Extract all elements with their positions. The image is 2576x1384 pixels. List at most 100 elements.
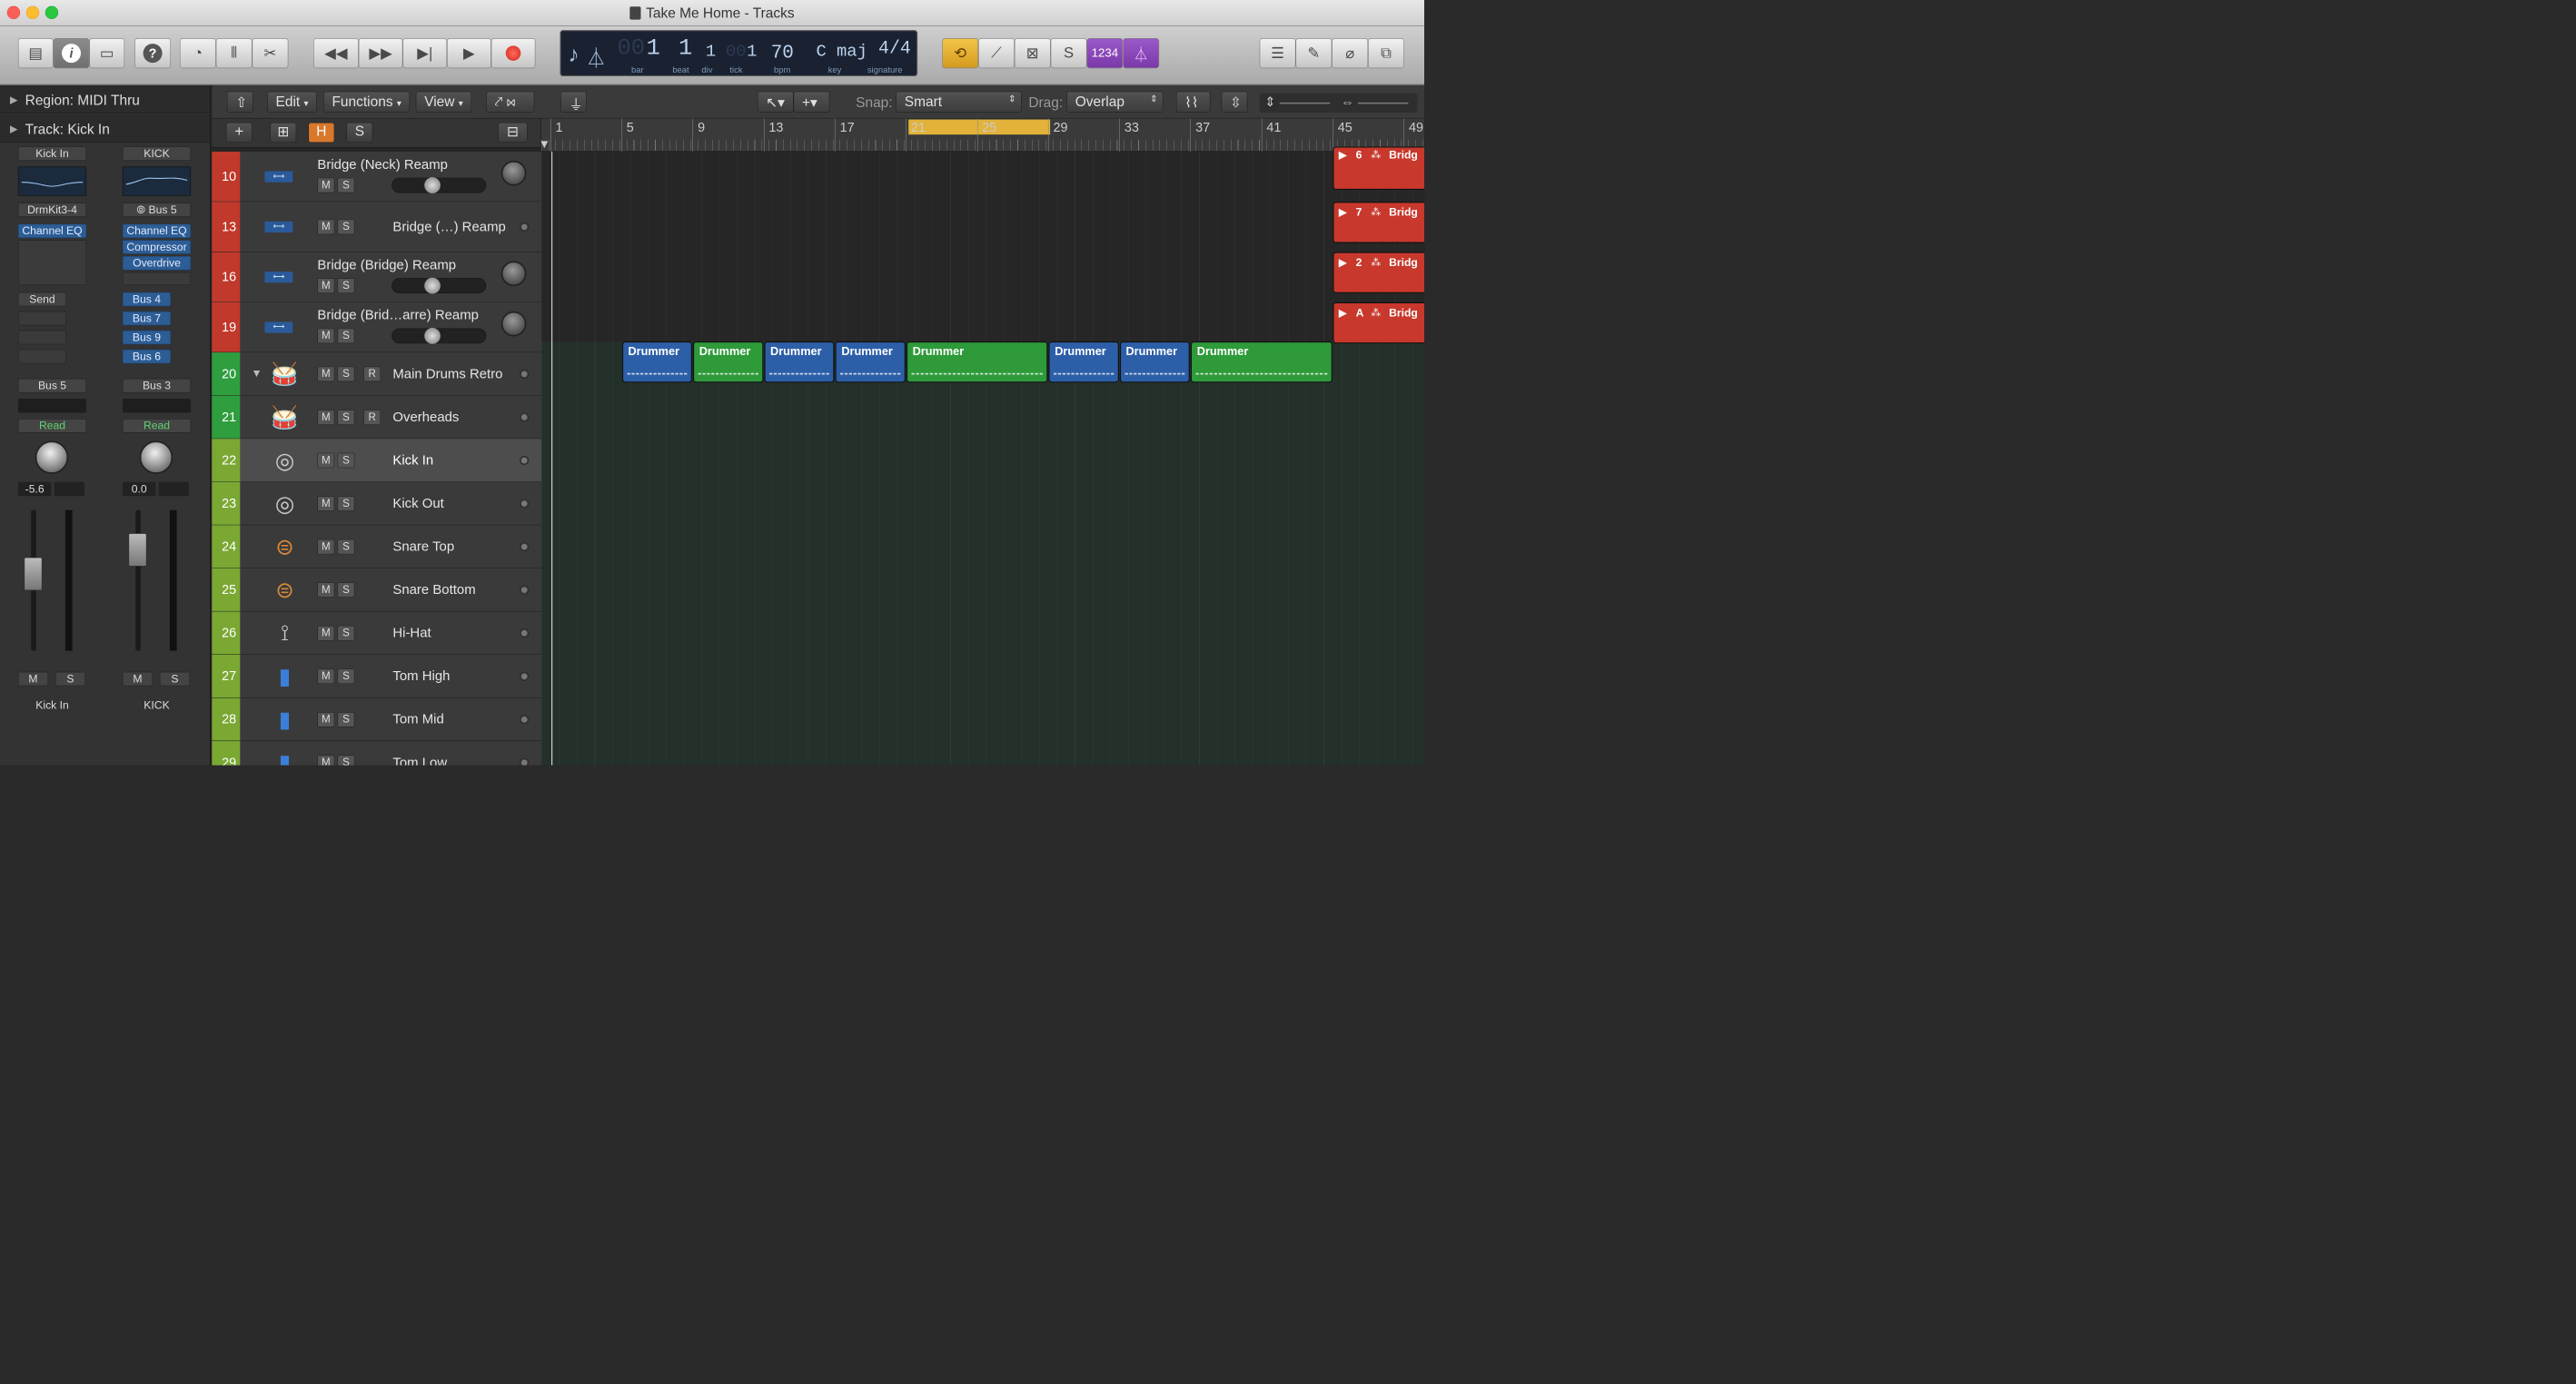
functions-menu[interactable]: Functions ▾ (323, 91, 411, 113)
track-row[interactable]: 29 ▮ M S Tom Low (212, 741, 542, 766)
insert-slot[interactable]: Channel EQ (122, 223, 192, 239)
record-button[interactable] (490, 38, 536, 69)
playhead[interactable] (551, 151, 553, 766)
automation-mode[interactable]: Read (122, 419, 192, 433)
mixer-button[interactable]: ⫴ (215, 38, 253, 69)
editors-button[interactable]: ✂ (252, 38, 289, 69)
solo-button[interactable]: S (337, 582, 355, 598)
drag-select[interactable]: Overlap ⇕ (1066, 91, 1164, 113)
bridge-region[interactable]: ▶ 7 ⁂ Bridg (1333, 202, 1425, 243)
solo-button[interactable]: S (337, 539, 355, 555)
solo-button[interactable]: S (337, 496, 355, 511)
track-row[interactable]: 21 🥁 M S R Overheads (212, 395, 542, 440)
mute-button[interactable]: M (317, 582, 335, 598)
track-row[interactable]: 19 ⟷ Bridge (Brid…arre) Reamp M S (212, 302, 542, 353)
solo-button[interactable]: S (159, 671, 190, 687)
mute-button[interactable]: M (317, 496, 335, 511)
track-name[interactable]: Bridge (Bridge) Reamp (317, 257, 456, 272)
group-slot[interactable] (122, 399, 192, 413)
automation-tools-button[interactable]: ⤤ ⋈ (486, 91, 535, 113)
volume-fader-cap[interactable] (128, 533, 147, 567)
send-slot[interactable]: Bus 7 (122, 311, 171, 326)
snap-select[interactable]: Smart ⇕ (896, 91, 1022, 113)
new-track-button[interactable]: + (225, 122, 253, 143)
global-tracks-button[interactable]: ⊟ (498, 122, 528, 143)
input-slot[interactable]: ⦾ Bus 5 (122, 203, 192, 217)
play-button[interactable]: ▶ (447, 38, 491, 69)
fast-forward-button[interactable]: ▶▶ (358, 38, 403, 69)
pan-knob[interactable] (35, 440, 69, 474)
track-name[interactable]: Bridge (Brid…arre) Reamp (317, 307, 479, 322)
track-name[interactable]: Overheads (392, 410, 459, 425)
waveform-zoom-button[interactable]: ⌇⌇ (1175, 91, 1211, 113)
record-enable-button[interactable]: R (363, 410, 381, 425)
drummer-region[interactable]: Drummer (764, 341, 835, 383)
tuner-button[interactable]: ⟋ (978, 38, 1015, 69)
track-name[interactable]: Tom Low (392, 755, 447, 766)
solo-button[interactable]: S (337, 410, 355, 425)
solo-button[interactable]: S (337, 177, 355, 193)
track-header[interactable]: ▶ Track: Kick In (0, 114, 211, 143)
view-menu[interactable]: View ▾ (415, 91, 472, 113)
mute-button[interactable]: M (317, 410, 335, 425)
track-name[interactable]: Tom High (392, 668, 450, 684)
insert-slot[interactable]: Channel EQ (17, 223, 87, 239)
output-slot[interactable]: Bus 3 (122, 378, 192, 393)
mute-button[interactable]: M (317, 625, 335, 641)
solo-button[interactable]: S (337, 328, 355, 344)
track-name[interactable]: Snare Top (392, 539, 454, 554)
empty-insert-area[interactable] (122, 272, 192, 286)
empty-send-slot[interactable] (17, 349, 66, 364)
go-to-end-button[interactable]: ▶| (402, 38, 448, 69)
disclosure-triangle-icon[interactable]: ▼ (251, 367, 262, 380)
drummer-region[interactable]: Drummer (1048, 341, 1119, 383)
solo-button[interactable]: S (54, 671, 85, 687)
drummer-region[interactable]: Drummer (906, 341, 1048, 383)
solo-button[interactable]: S (337, 755, 355, 766)
track-row[interactable]: 26 ⟟ M S Hi-Hat (212, 611, 542, 655)
volume-fader-cap[interactable] (24, 557, 43, 591)
mute-button[interactable]: M (317, 278, 335, 293)
track-row[interactable]: 27 ▮ M S Tom High (212, 654, 542, 698)
track-name[interactable]: Snare Bottom (392, 582, 475, 598)
track-name[interactable]: Main Drums Retro (392, 366, 502, 381)
volume-readout[interactable]: -5.6 (17, 481, 52, 497)
drummer-region[interactable]: Drummer (835, 341, 906, 383)
solo-button[interactable]: S (1050, 38, 1087, 69)
volume-readout[interactable]: 0.0 (122, 481, 156, 497)
lcd-display[interactable]: ♪ ⏃ 00 1 bar 1 beat 1 div 00 1 tick 70 b… (560, 30, 918, 77)
pan-knob[interactable] (500, 311, 527, 337)
quick-help-button[interactable]: ? (134, 38, 171, 69)
mute-button[interactable]: M (317, 328, 335, 344)
eq-thumbnail[interactable] (17, 166, 87, 196)
strip-name[interactable]: KICK (122, 146, 192, 161)
edit-menu[interactable]: Edit ▾ (267, 91, 317, 113)
track-name[interactable]: Tom Mid (392, 711, 443, 727)
send-slot[interactable]: Bus 6 (122, 349, 171, 364)
drummer-region[interactable]: Drummer (1119, 341, 1191, 383)
volume-slider[interactable] (391, 177, 487, 193)
record-enable-button[interactable]: R (363, 366, 381, 382)
mute-button[interactable]: M (317, 712, 335, 727)
send-slot[interactable]: Bus 9 (122, 330, 171, 345)
flex-button[interactable]: ⏚ (560, 91, 587, 113)
mute-button[interactable]: M (122, 671, 154, 687)
solo-button[interactable]: S (337, 625, 355, 641)
insert-slot[interactable]: Compressor (122, 240, 192, 254)
library-button[interactable]: ▤ (17, 38, 54, 69)
send-slot[interactable]: Send (17, 292, 66, 307)
region-header[interactable]: ▶ Region: MIDI Thru (0, 84, 211, 114)
pan-knob[interactable] (139, 440, 173, 474)
hide-button[interactable]: H (308, 122, 335, 143)
solo-button[interactable]: S (337, 219, 355, 235)
vertical-zoom-button[interactable]: ⇳ (1221, 91, 1248, 113)
note-pad-button[interactable]: ✎ (1295, 38, 1333, 69)
track-row[interactable]: 20 🥁 M S R ▼ Main Drums Retro (212, 352, 542, 396)
inspector-button[interactable]: i (53, 38, 90, 69)
mute-button[interactable]: M (317, 539, 335, 555)
strip-name[interactable]: Kick In (17, 146, 87, 161)
bridge-region[interactable]: ▶ A ⁂ Bridg (1333, 302, 1425, 344)
track-name[interactable]: Bridge (Neck) Reamp (317, 157, 448, 173)
volume-fader-track[interactable] (135, 509, 141, 651)
pan-knob[interactable] (500, 261, 527, 287)
